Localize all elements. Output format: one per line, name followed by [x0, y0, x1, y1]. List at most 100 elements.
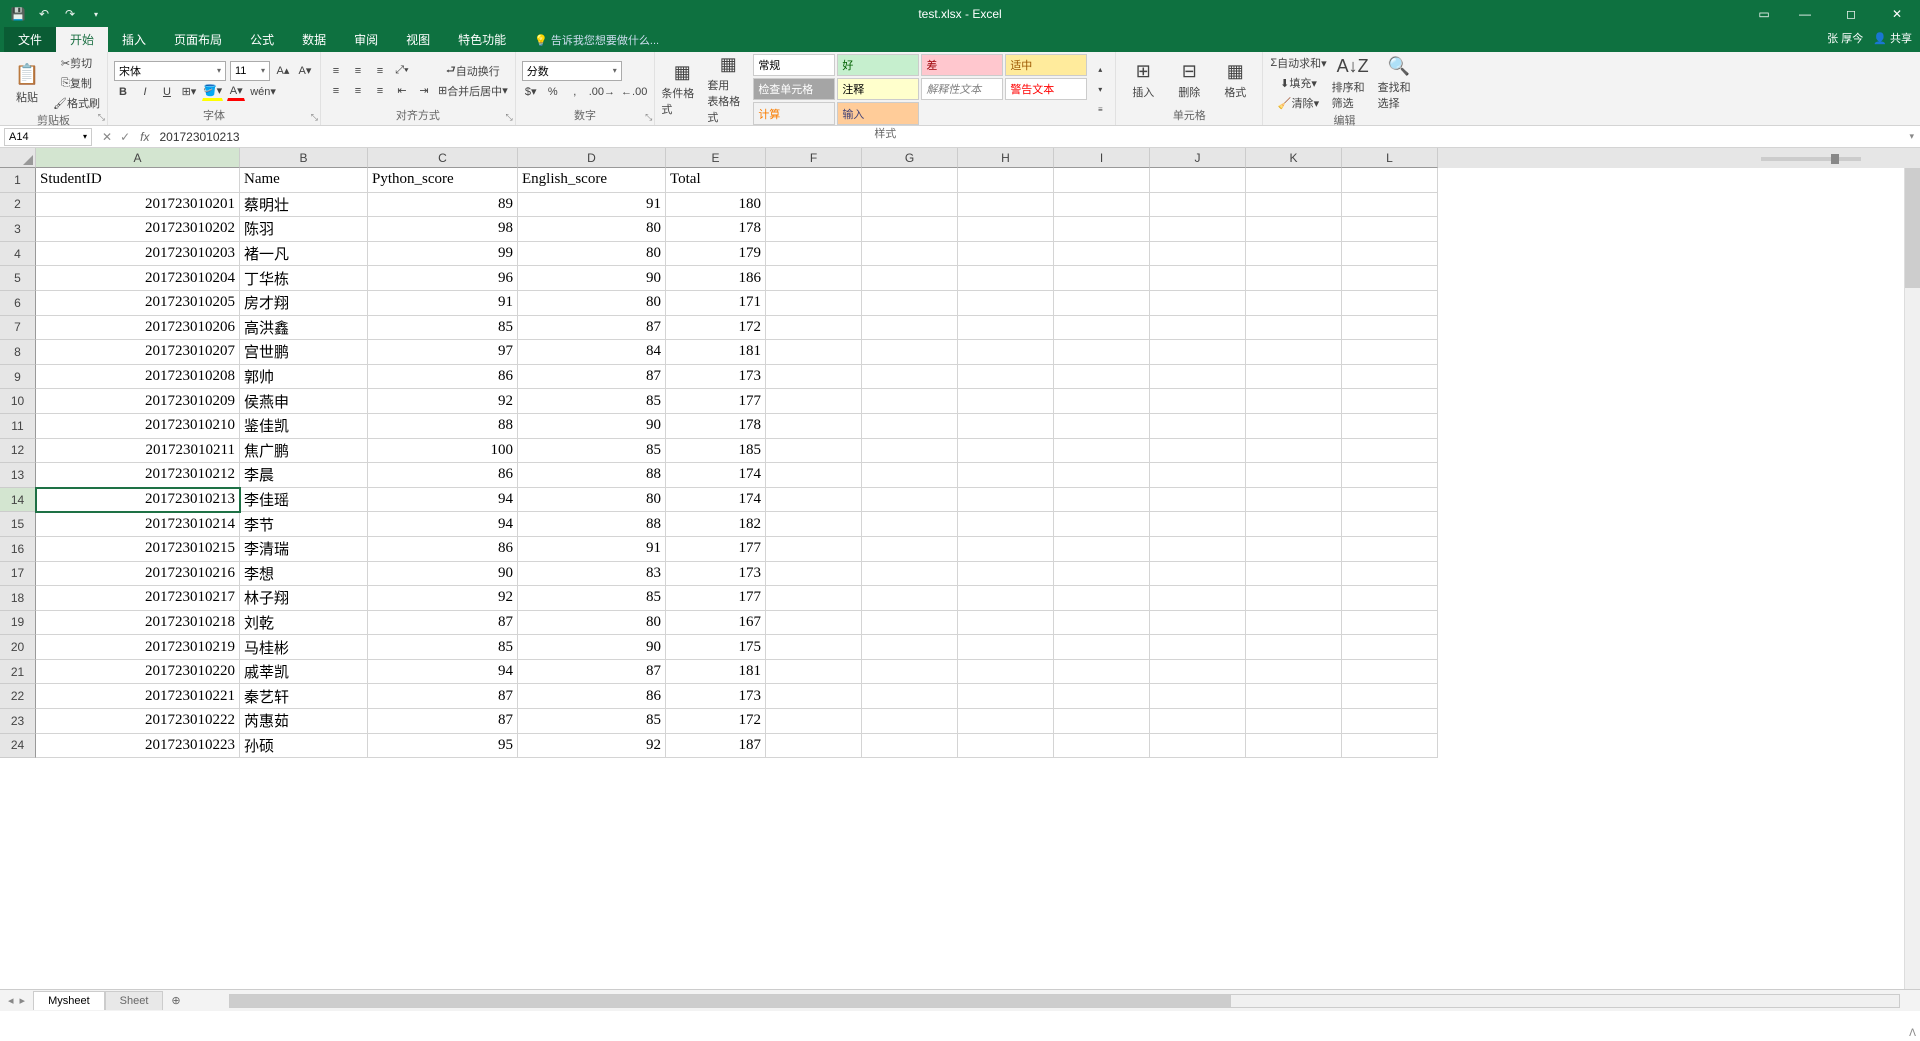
- number-format-combo[interactable]: 分数▾: [522, 61, 622, 81]
- cell[interactable]: 201723010220: [36, 660, 240, 685]
- cell[interactable]: 87: [518, 660, 666, 685]
- cell[interactable]: 87: [368, 709, 518, 734]
- cell[interactable]: [958, 439, 1054, 464]
- cell[interactable]: [862, 414, 958, 439]
- cell[interactable]: 178: [666, 217, 766, 242]
- cell[interactable]: 芮惠茹: [240, 709, 368, 734]
- font-name-combo[interactable]: 宋体▾: [114, 61, 226, 81]
- cell[interactable]: 186: [666, 266, 766, 291]
- cell[interactable]: 173: [666, 365, 766, 390]
- column-header[interactable]: A: [36, 148, 240, 168]
- cell[interactable]: [1054, 660, 1150, 685]
- cell[interactable]: [766, 242, 862, 267]
- column-header[interactable]: D: [518, 148, 666, 168]
- tell-me[interactable]: 💡 告诉我您想要做什么...: [520, 28, 673, 52]
- cell[interactable]: 201723010212: [36, 463, 240, 488]
- cell[interactable]: 85: [518, 439, 666, 464]
- cell[interactable]: [1342, 586, 1438, 611]
- border-button[interactable]: ⊞▾: [180, 83, 198, 101]
- cell[interactable]: [1342, 684, 1438, 709]
- cell[interactable]: [1342, 734, 1438, 759]
- name-box[interactable]: A14▾: [4, 128, 92, 146]
- cell[interactable]: 201723010206: [36, 316, 240, 341]
- cell[interactable]: 86: [368, 365, 518, 390]
- cell[interactable]: Python_score: [368, 168, 518, 193]
- cell[interactable]: [1054, 611, 1150, 636]
- cell[interactable]: 201723010207: [36, 340, 240, 365]
- zoom-slider[interactable]: [1761, 157, 1861, 161]
- cell[interactable]: [1246, 635, 1342, 660]
- cell[interactable]: [1150, 365, 1246, 390]
- cell[interactable]: [862, 734, 958, 759]
- cell[interactable]: [958, 537, 1054, 562]
- cell[interactable]: 86: [368, 463, 518, 488]
- cell[interactable]: [958, 266, 1054, 291]
- cell[interactable]: [1342, 217, 1438, 242]
- cell[interactable]: 李佳瑶: [240, 488, 368, 513]
- cell[interactable]: [766, 217, 862, 242]
- align-left-icon[interactable]: ≡: [327, 82, 345, 100]
- cell[interactable]: 宫世鹏: [240, 340, 368, 365]
- cell[interactable]: [1246, 291, 1342, 316]
- cell[interactable]: 85: [518, 709, 666, 734]
- font-color-button[interactable]: A▾: [227, 83, 245, 101]
- cell[interactable]: 85: [518, 586, 666, 611]
- sheet-tab-active[interactable]: Mysheet: [33, 991, 105, 1010]
- cell[interactable]: [1054, 463, 1150, 488]
- cell[interactable]: [766, 586, 862, 611]
- increase-decimal-icon[interactable]: .00→: [588, 83, 616, 101]
- column-header[interactable]: L: [1342, 148, 1438, 168]
- cell[interactable]: 181: [666, 340, 766, 365]
- cell[interactable]: 褚一凡: [240, 242, 368, 267]
- cell[interactable]: 95: [368, 734, 518, 759]
- tab-special[interactable]: 特色功能: [444, 27, 520, 52]
- cell[interactable]: [862, 463, 958, 488]
- style-item[interactable]: 解释性文本: [921, 78, 1003, 100]
- decrease-decimal-icon[interactable]: ←.00: [620, 83, 648, 101]
- cell[interactable]: 187: [666, 734, 766, 759]
- cell[interactable]: [766, 512, 862, 537]
- cell[interactable]: 90: [368, 562, 518, 587]
- cell[interactable]: [766, 709, 862, 734]
- cell[interactable]: 90: [518, 414, 666, 439]
- cell[interactable]: 97: [368, 340, 518, 365]
- cell[interactable]: 91: [518, 537, 666, 562]
- cell[interactable]: [1150, 734, 1246, 759]
- cell[interactable]: [1150, 488, 1246, 513]
- cell[interactable]: [862, 193, 958, 218]
- cell[interactable]: [1246, 193, 1342, 218]
- cell[interactable]: [1150, 635, 1246, 660]
- cell[interactable]: [766, 365, 862, 390]
- cell[interactable]: [766, 316, 862, 341]
- horizontal-scrollbar[interactable]: [229, 994, 1900, 1008]
- cell[interactable]: [1054, 562, 1150, 587]
- cell[interactable]: [766, 611, 862, 636]
- align-center-icon[interactable]: ≡: [349, 82, 367, 100]
- cell[interactable]: 80: [518, 291, 666, 316]
- column-header[interactable]: F: [766, 148, 862, 168]
- cut-button[interactable]: ✂ 剪切: [52, 54, 101, 72]
- cell[interactable]: 鉴佳凯: [240, 414, 368, 439]
- cell[interactable]: [1150, 463, 1246, 488]
- cell[interactable]: 陈羽: [240, 217, 368, 242]
- enter-formula-icon[interactable]: ✓: [120, 130, 130, 144]
- cell[interactable]: 201723010201: [36, 193, 240, 218]
- cell[interactable]: [766, 562, 862, 587]
- cell[interactable]: [1054, 635, 1150, 660]
- row-header[interactable]: 14: [0, 488, 36, 513]
- row-header[interactable]: 11: [0, 414, 36, 439]
- comma-icon[interactable]: ,: [566, 83, 584, 101]
- cell[interactable]: [1246, 611, 1342, 636]
- cell[interactable]: [766, 414, 862, 439]
- cell[interactable]: 201723010223: [36, 734, 240, 759]
- vscroll-thumb[interactable]: [1905, 168, 1920, 288]
- column-header[interactable]: I: [1054, 148, 1150, 168]
- fill-color-button[interactable]: 🪣▾: [202, 83, 223, 101]
- undo-icon[interactable]: ↶: [34, 4, 54, 24]
- cell[interactable]: [958, 586, 1054, 611]
- cell[interactable]: 177: [666, 389, 766, 414]
- row-header[interactable]: 6: [0, 291, 36, 316]
- style-item[interactable]: 注释: [837, 78, 919, 100]
- cell[interactable]: [1150, 660, 1246, 685]
- cell[interactable]: [1150, 291, 1246, 316]
